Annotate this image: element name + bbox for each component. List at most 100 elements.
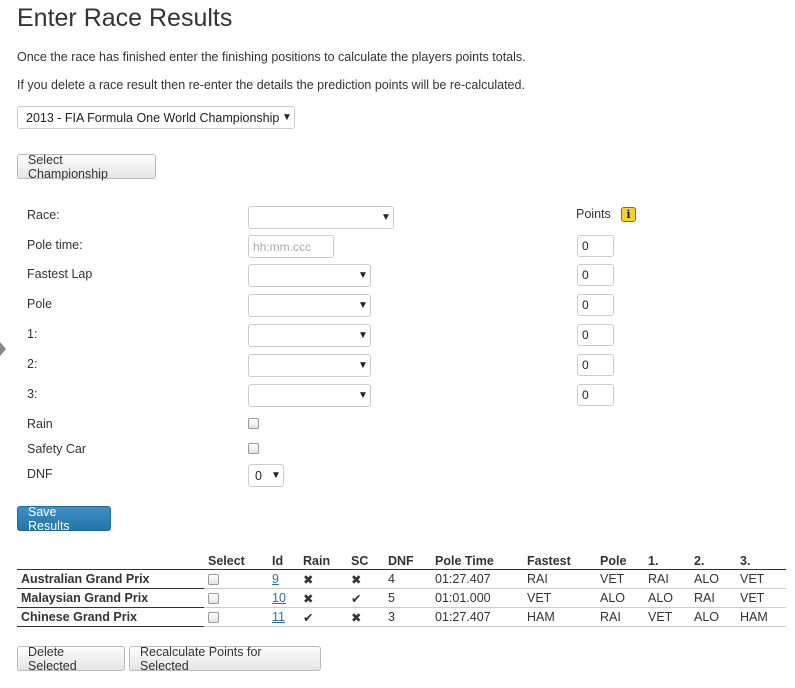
third-place-label: 3:	[27, 387, 38, 401]
fastest-lap-label: Fastest Lap	[27, 267, 93, 281]
third-place-points-input[interactable]: 0	[577, 384, 614, 406]
championship-select[interactable]: 2013 - FIA Formula One World Championshi…	[17, 106, 295, 129]
table-row: Australian Grand Prix 9 ✖ ✖ 4 01:27.407 …	[17, 569, 786, 589]
column-header-pole-time: Pole Time	[431, 552, 523, 570]
chevron-down-icon: ▼	[358, 270, 368, 281]
select-championship-button[interactable]: Select Championship	[17, 153, 156, 181]
third-value: HAM	[736, 607, 786, 627]
first-value: ALO	[644, 588, 690, 608]
column-header-fastest: Fastest	[523, 552, 596, 570]
rain-value: ✖	[299, 588, 347, 608]
sc-value: ✔	[347, 588, 384, 608]
dnf-label: DNF	[27, 467, 53, 481]
points-header: Points	[576, 207, 611, 221]
safety-car-checkbox[interactable]	[248, 443, 259, 454]
delete-selected-button[interactable]: Delete Selected	[17, 645, 125, 673]
rain-value: ✖	[299, 569, 347, 589]
first-place-label: 1:	[27, 327, 38, 341]
row-select-checkbox[interactable]	[208, 593, 219, 605]
chevron-down-icon: ▼	[358, 390, 368, 401]
race-name: Australian Grand Prix	[17, 569, 204, 589]
race-id-link[interactable]: 9	[272, 572, 279, 586]
pole-points-input[interactable]: 0	[577, 294, 614, 316]
table-row: Chinese Grand Prix 11 ✔ ✖ 3 01:27.407 HA…	[17, 607, 786, 627]
fastest-value: VET	[523, 588, 596, 608]
second-place-label: 2:	[27, 357, 38, 371]
chevron-down-icon: ▼	[271, 470, 281, 481]
third-value: VET	[736, 569, 786, 589]
race-id-link[interactable]: 10	[272, 591, 286, 605]
chevron-down-icon: ▼	[282, 112, 292, 123]
rain-checkbox[interactable]	[248, 418, 259, 429]
intro-line-2: If you delete a race result then re-ente…	[17, 78, 525, 92]
chevron-down-icon: ▼	[358, 330, 368, 341]
safety-car-label: Safety Car	[27, 442, 87, 456]
third-value: VET	[736, 588, 786, 608]
results-table: Select Id Rain SC DNF Pole Time Fastest …	[17, 552, 786, 627]
column-header-pole: Pole	[596, 552, 644, 570]
race-label: Race:	[27, 208, 60, 222]
column-header-id: Id	[268, 552, 299, 570]
dnf-value: 3	[384, 607, 431, 627]
collapse-arrow-icon[interactable]	[0, 342, 6, 356]
rain-value: ✔	[299, 607, 347, 627]
pole-select[interactable]: ▼	[248, 294, 371, 317]
race-name: Chinese Grand Prix	[17, 607, 204, 627]
save-results-button[interactable]: Save Results	[17, 505, 111, 533]
sc-value: ✖	[347, 569, 384, 589]
second-value: ALO	[690, 607, 736, 627]
dnf-select-value: 0	[255, 468, 262, 483]
dnf-value: 5	[384, 588, 431, 608]
column-header-sc: SC	[347, 552, 384, 570]
table-header-row: Select Id Rain SC DNF Pole Time Fastest …	[17, 552, 786, 570]
page-title: Enter Race Results	[17, 4, 233, 32]
column-header-select: Select	[204, 552, 268, 570]
fastest-lap-points-input[interactable]: 0	[577, 264, 614, 286]
dnf-value: 4	[384, 569, 431, 589]
info-icon[interactable]: i	[621, 207, 636, 222]
second-value: ALO	[690, 569, 736, 589]
row-select-checkbox[interactable]	[208, 574, 219, 586]
second-place-points-input[interactable]: 0	[577, 354, 614, 376]
race-id-link[interactable]: 11	[272, 610, 285, 624]
table-row: Malaysian Grand Prix 10 ✖ ✔ 5 01:01.000 …	[17, 588, 786, 608]
pole-time-value: 01:01.000	[431, 588, 523, 608]
championship-select-value: 2013 - FIA Formula One World Championshi…	[26, 110, 280, 125]
column-header-first: 1.	[644, 552, 690, 570]
dnf-select[interactable]: 0 ▼	[248, 464, 284, 487]
pole-time-points-input[interactable]: 0	[577, 235, 614, 257]
column-header-name	[17, 552, 204, 570]
chevron-down-icon: ▼	[358, 360, 368, 371]
first-place-select[interactable]: ▼	[248, 324, 371, 347]
race-name: Malaysian Grand Prix	[17, 588, 204, 608]
column-header-rain: Rain	[299, 552, 347, 570]
first-value: RAI	[644, 569, 690, 589]
recalculate-points-button[interactable]: Recalculate Points for Selected	[129, 645, 321, 673]
chevron-down-icon: ▼	[381, 212, 391, 223]
second-value: RAI	[690, 588, 736, 608]
pole-time-input[interactable]: hh:mm.ccc	[248, 235, 334, 258]
sc-value: ✖	[347, 607, 384, 627]
pole-value: VET	[596, 569, 644, 589]
pole-time-placeholder: hh:mm.ccc	[253, 239, 312, 254]
fastest-lap-select[interactable]: ▼	[248, 264, 371, 287]
intro-line-1: Once the race has finished enter the fin…	[17, 50, 526, 64]
pole-label: Pole	[27, 297, 53, 311]
first-place-points-input[interactable]: 0	[577, 324, 614, 346]
second-place-select[interactable]: ▼	[248, 354, 371, 377]
first-value: VET	[644, 607, 690, 627]
pole-value: ALO	[596, 588, 644, 608]
fastest-value: HAM	[523, 607, 596, 627]
pole-time-value: 01:27.407	[431, 607, 523, 627]
pole-value: RAI	[596, 607, 644, 627]
column-header-third: 3.	[736, 552, 786, 570]
pole-time-label: Pole time:	[27, 238, 83, 252]
fastest-value: RAI	[523, 569, 596, 589]
third-place-select[interactable]: ▼	[248, 384, 371, 407]
pole-time-value: 01:27.407	[431, 569, 523, 589]
race-select[interactable]: ▼	[248, 206, 394, 229]
row-select-checkbox[interactable]	[208, 612, 219, 624]
chevron-down-icon: ▼	[358, 300, 368, 311]
rain-label: Rain	[27, 417, 53, 431]
column-header-second: 2.	[690, 552, 736, 570]
